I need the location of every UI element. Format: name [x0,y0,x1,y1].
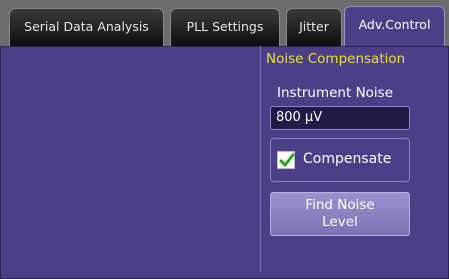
tab-adv-control[interactable]: Adv.Control [344,6,445,46]
panel-divider [260,46,261,272]
find-noise-level-label-line2: Level [322,214,358,230]
find-noise-level-label-line1: Find Noise [305,197,375,213]
tab-jitter[interactable]: Jitter [286,8,342,46]
tab-pll-settings[interactable]: PLL Settings [170,8,280,46]
compensate-label: Compensate [303,151,392,167]
tab-bar: Serial Data Analysis PLL Settings Jitter… [0,0,449,46]
instrument-noise-field[interactable]: 800 µV [270,106,410,130]
compensate-toggle[interactable]: Compensate [270,138,410,182]
check-icon [279,153,295,167]
tab-serial-data-analysis[interactable]: Serial Data Analysis [9,8,164,46]
compensate-checkbox[interactable] [277,151,295,169]
noise-compensation-title: Noise Compensation [266,51,406,67]
instrument-noise-label: Instrument Noise [277,85,394,101]
find-noise-level-button[interactable]: Find Noise Level [270,192,410,236]
